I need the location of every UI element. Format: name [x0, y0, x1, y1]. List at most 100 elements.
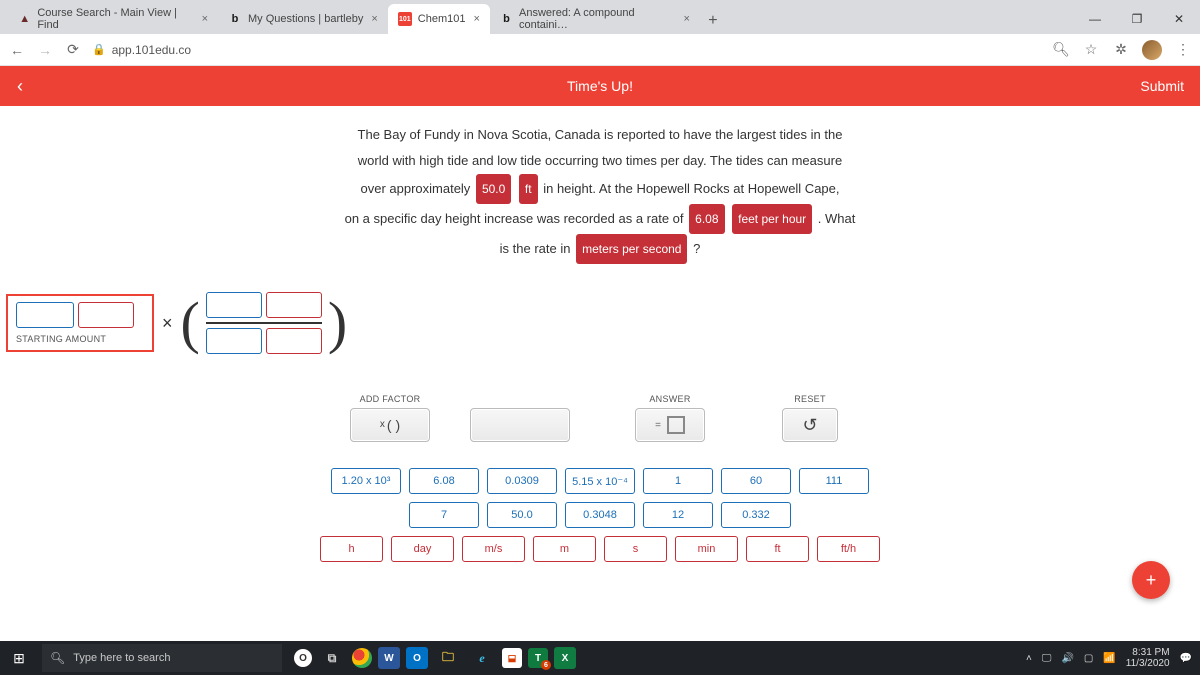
- left-paren-icon: (: [181, 300, 200, 346]
- unit-slot[interactable]: [78, 302, 134, 328]
- address-bar: ← → ⟳ 🔒 app.101edu.co 🔍︎ ☆ ✲ ⋮: [0, 34, 1200, 66]
- store-icon[interactable]: ⬓: [502, 648, 522, 668]
- value-key[interactable]: 1.20 x 10³: [331, 468, 401, 494]
- close-icon[interactable]: ×: [684, 13, 690, 25]
- tab-label: Answered: A compound containi…: [519, 7, 675, 31]
- value-key[interactable]: 1: [643, 468, 713, 494]
- avatar[interactable]: [1142, 40, 1162, 60]
- multiply-icon: ×: [162, 313, 173, 334]
- teams-icon[interactable]: T: [528, 648, 548, 668]
- word-icon[interactable]: W: [378, 647, 400, 669]
- chrome-icon[interactable]: [352, 648, 372, 668]
- outlook-icon[interactable]: O: [406, 647, 428, 669]
- notifications-icon[interactable]: 💬: [1180, 653, 1192, 664]
- conversion-factor[interactable]: [200, 288, 328, 358]
- unit-key[interactable]: s: [604, 536, 667, 562]
- blank-button[interactable]: [470, 408, 570, 442]
- value-key[interactable]: 0.3048: [565, 502, 635, 528]
- search-icon[interactable]: 🔍︎: [1052, 41, 1070, 59]
- tabstrip: ▲ Course Search - Main View | Find × b M…: [0, 0, 1200, 34]
- numerator-value-slot[interactable]: [206, 292, 262, 318]
- value-key[interactable]: 50.0: [487, 502, 557, 528]
- explorer-icon[interactable]: 🗀: [434, 644, 462, 672]
- menu-icon[interactable]: ⋮: [1174, 41, 1192, 59]
- keypad-row: 7 50.0 0.3048 12 0.332: [320, 502, 880, 528]
- start-button[interactable]: ⊞: [0, 641, 38, 675]
- minimize-icon[interactable]: ―: [1074, 4, 1116, 34]
- problem-line: The Bay of Fundy in Nova Scotia, Canada …: [358, 127, 843, 142]
- tray-battery-icon[interactable]: ▢: [1084, 653, 1093, 664]
- new-tab-button[interactable]: +: [700, 8, 726, 34]
- value-key[interactable]: 5.15 x 10⁻⁴: [565, 468, 635, 494]
- tray-wifi-icon[interactable]: 📶: [1103, 653, 1115, 664]
- answer-box-icon: [667, 416, 685, 434]
- problem-text: The Bay of Fundy in Nova Scotia, Canada …: [0, 106, 1200, 264]
- value-key[interactable]: 0.332: [721, 502, 791, 528]
- star-icon[interactable]: ☆: [1082, 41, 1100, 59]
- extensions-icon[interactable]: ✲: [1112, 41, 1130, 59]
- url-box[interactable]: 🔒 app.101edu.co: [92, 43, 1042, 57]
- answer-control: ANSWER =: [610, 394, 730, 442]
- search-icon: 🔍︎: [50, 651, 65, 665]
- work-row: STARTING AMOUNT × ( ): [6, 288, 1200, 358]
- tab-bartleby-answered[interactable]: b Answered: A compound containi… ×: [490, 4, 700, 34]
- value-chip: 50.0: [476, 174, 511, 204]
- value-key[interactable]: 7: [409, 502, 479, 528]
- tab-bartleby[interactable]: b My Questions | bartleby ×: [218, 4, 388, 34]
- tab-chem101[interactable]: 101 Chem101 ×: [388, 4, 490, 34]
- unit-key[interactable]: m/s: [462, 536, 525, 562]
- control-zone: ADD FACTOR x ( ) ANSWER = RESET ↺: [330, 394, 870, 442]
- lock-icon: 🔒: [92, 43, 106, 56]
- value-key[interactable]: 0.0309: [487, 468, 557, 494]
- tab-label: My Questions | bartleby: [248, 13, 363, 25]
- unit-key[interactable]: min: [675, 536, 738, 562]
- add-factor-button[interactable]: x ( ): [350, 408, 430, 442]
- forward-icon[interactable]: →: [36, 41, 54, 59]
- value-key[interactable]: 60: [721, 468, 791, 494]
- value-key[interactable]: 111: [799, 468, 869, 494]
- answer-label: ANSWER: [610, 394, 730, 404]
- value-key[interactable]: 12: [643, 502, 713, 528]
- reload-icon[interactable]: ⟳: [64, 41, 82, 59]
- unit-key[interactable]: ft: [746, 536, 809, 562]
- taskbar-clock[interactable]: 8:31 PM 11/3/2020: [1126, 647, 1170, 669]
- search-placeholder: Type here to search: [73, 652, 170, 664]
- tab-course-search[interactable]: ▲ Course Search - Main View | Find ×: [8, 4, 218, 34]
- tray-display-icon[interactable]: 🖵: [1042, 653, 1052, 664]
- edge-icon[interactable]: e: [468, 644, 496, 672]
- value-key[interactable]: 6.08: [409, 468, 479, 494]
- add-fab[interactable]: +: [1132, 561, 1170, 599]
- tray-volume-icon[interactable]: 🔊: [1061, 653, 1073, 664]
- value-slot[interactable]: [16, 302, 74, 328]
- taskview-icon[interactable]: ⧉: [318, 644, 346, 672]
- answer-button[interactable]: =: [635, 408, 705, 442]
- b-icon: b: [500, 12, 513, 26]
- back-icon[interactable]: ←: [8, 41, 26, 59]
- excel-icon[interactable]: X: [554, 647, 576, 669]
- close-icon[interactable]: ×: [474, 13, 480, 25]
- unit-key[interactable]: day: [391, 536, 454, 562]
- unit-key[interactable]: ft/h: [817, 536, 880, 562]
- tab-label: Chem101: [418, 13, 466, 25]
- taskbar-search[interactable]: 🔍︎ Type here to search: [42, 644, 282, 672]
- paren-icon: ( ): [387, 417, 400, 433]
- submit-button[interactable]: Submit: [1140, 78, 1184, 94]
- unit-key[interactable]: h: [320, 536, 383, 562]
- header-back-icon[interactable]: ‹: [0, 76, 40, 97]
- problem-line: is the rate in: [500, 241, 574, 256]
- denominator-value-slot[interactable]: [206, 328, 262, 354]
- restore-icon[interactable]: ❐: [1116, 4, 1158, 34]
- close-icon[interactable]: ×: [371, 13, 377, 25]
- unit-key[interactable]: m: [533, 536, 596, 562]
- numerator-unit-slot[interactable]: [266, 292, 322, 318]
- denominator-unit-slot[interactable]: [266, 328, 322, 354]
- cortana-icon[interactable]: O: [294, 649, 312, 667]
- clock-time: 8:31 PM: [1132, 647, 1169, 658]
- problem-line: world with high tide and low tide occurr…: [358, 153, 842, 168]
- starting-amount-box[interactable]: STARTING AMOUNT: [6, 294, 154, 352]
- reset-button[interactable]: ↺: [782, 408, 838, 442]
- browser-chrome: ▲ Course Search - Main View | Find × b M…: [0, 0, 1200, 66]
- tray-chevron-icon[interactable]: ˄: [1026, 653, 1032, 664]
- close-window-icon[interactable]: ✕: [1158, 4, 1200, 34]
- close-icon[interactable]: ×: [202, 13, 208, 25]
